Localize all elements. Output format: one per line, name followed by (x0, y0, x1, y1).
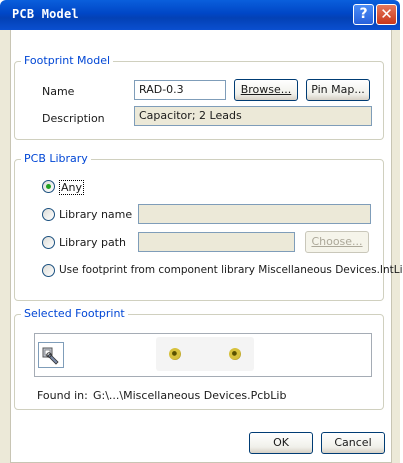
choose-button[interactable]: Choose... (305, 231, 369, 253)
ok-button-label: OK (273, 436, 289, 449)
pin-map-button-label: Pin Map... (311, 83, 365, 96)
radio-library-name-label: Library name (59, 208, 133, 221)
close-icon: ✕ (380, 5, 393, 23)
pcb-library-group-label: PCB Library (21, 152, 91, 165)
footprint-preview (156, 337, 254, 371)
cancel-button[interactable]: Cancel (321, 432, 385, 454)
browse-button[interactable]: Browse... (234, 79, 298, 101)
pin-map-button[interactable]: Pin Map... (306, 79, 370, 101)
pad-1 (169, 348, 181, 360)
choose-button-label: Choose... (311, 235, 363, 248)
cancel-button-label: Cancel (334, 436, 372, 449)
pcb-component-wrench-icon[interactable] (38, 342, 64, 368)
footprint-model-group-label: Footprint Model (21, 54, 114, 67)
radio-use-component-library-button[interactable] (42, 264, 55, 277)
help-icon: ? (359, 6, 368, 22)
found-in-label: Found in: (37, 389, 88, 402)
ok-button[interactable]: OK (249, 432, 313, 454)
name-input[interactable]: RAD-0.3 (134, 80, 226, 100)
close-button[interactable]: ✕ (376, 4, 397, 25)
radio-any-label: Any (59, 180, 85, 195)
description-label: Description (42, 112, 105, 125)
name-label: Name (42, 85, 75, 98)
pad-2 (229, 348, 241, 360)
library-name-input[interactable] (138, 204, 371, 224)
selected-footprint-group-label: Selected Footprint (21, 307, 128, 320)
radio-library-path-button[interactable] (42, 236, 55, 249)
radio-library-name-button[interactable] (42, 208, 55, 221)
browse-button-label: Browse... (240, 83, 292, 96)
window-title: PCB Model (12, 7, 79, 21)
wrench-icon (42, 347, 59, 365)
radio-use-component-library-label: Use footprint from component library Mis… (59, 264, 403, 276)
title-bar[interactable]: PCB Model ? ✕ (0, 0, 400, 30)
help-button[interactable]: ? (353, 4, 374, 25)
library-path-input[interactable] (138, 232, 295, 252)
pcb-model-dialog: PCB Model ? ✕ Footprint Model Name RAD-0… (0, 0, 403, 463)
radio-any-button[interactable] (42, 180, 55, 193)
radio-library-path-label: Library path (59, 236, 126, 249)
radio-selected-dot (46, 184, 51, 189)
found-in-path: G:\...\Miscellaneous Devices.PcbLib (93, 389, 287, 402)
description-field[interactable]: Capacitor; 2 Leads (134, 106, 372, 126)
